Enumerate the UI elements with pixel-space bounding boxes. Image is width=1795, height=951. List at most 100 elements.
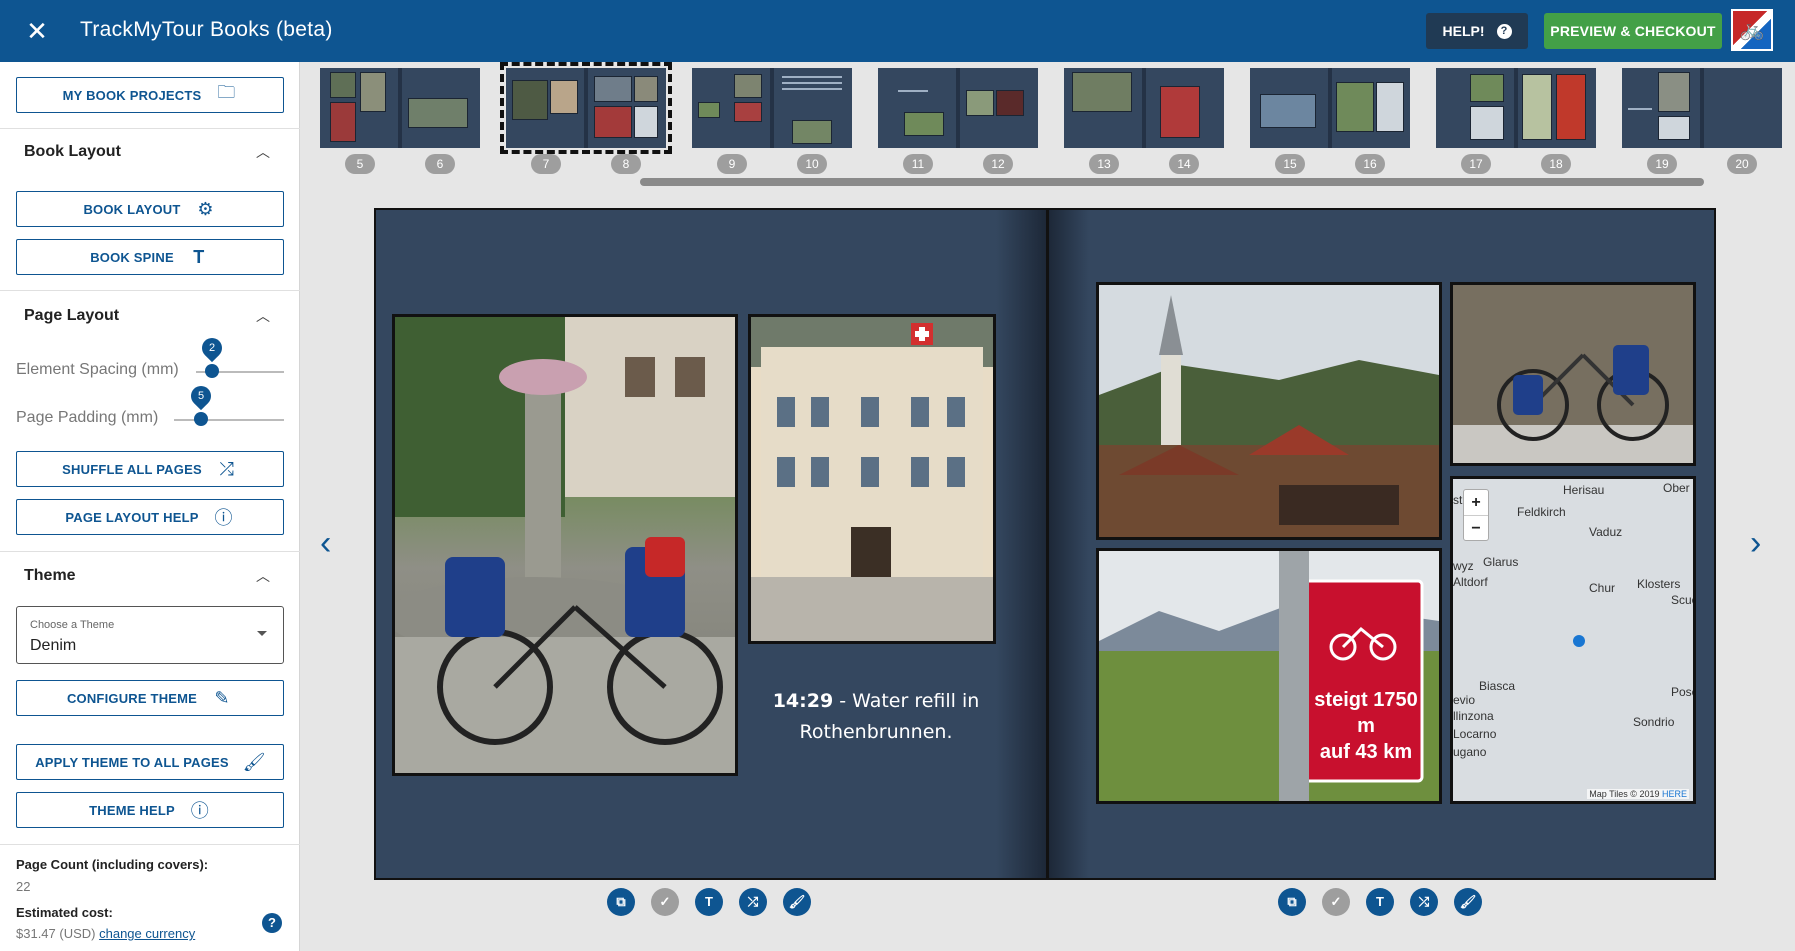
- thumb-gutter: [1142, 68, 1146, 148]
- cost-help-icon[interactable]: ?: [262, 913, 282, 933]
- spread-thumb-17-18[interactable]: [1436, 68, 1596, 148]
- map-label: Glarus: [1483, 555, 1519, 569]
- map-attribution-link[interactable]: HERE: [1662, 789, 1687, 799]
- photo-swiss-hotel[interactable]: [748, 314, 996, 644]
- configure-theme-button[interactable]: CONFIGURE THEME ✎: [16, 680, 284, 716]
- thumb-photo: [512, 80, 548, 120]
- thumb-text: [898, 90, 928, 92]
- page-layout-tool-icon[interactable]: ⧉: [1278, 888, 1306, 916]
- thumb-gutter: [1514, 68, 1518, 148]
- check-tool-icon[interactable]: ✓: [1322, 888, 1350, 916]
- thumb-photo: [408, 98, 468, 128]
- thumb-photo: [904, 112, 944, 136]
- spread-thumb-7-8[interactable]: [500, 62, 672, 154]
- page-count-value: 22: [16, 879, 31, 894]
- map-label: Klosters: [1637, 577, 1681, 591]
- page-layout-tool-icon[interactable]: ⧉: [607, 888, 635, 916]
- shuffle-tool-icon[interactable]: ⤮: [1410, 888, 1438, 916]
- map-label: Chur: [1589, 581, 1616, 595]
- map-label: st: [1453, 493, 1463, 507]
- theme-select[interactable]: Choose a Theme Denim: [16, 606, 284, 664]
- photo-church-village[interactable]: [1096, 282, 1442, 540]
- close-icon[interactable]: ✕: [22, 16, 52, 46]
- thumb-photo: [1470, 74, 1504, 102]
- thumb-photo: [1522, 74, 1552, 140]
- map-label: Feldkirch: [1517, 505, 1566, 519]
- map-label: evio: [1453, 693, 1476, 707]
- page-number: 5: [345, 154, 375, 174]
- bike-wall-illustration: [1453, 285, 1693, 463]
- thumbnail-scrollbar[interactable]: [640, 178, 1704, 186]
- my-book-projects-button[interactable]: MY BOOK PROJECTS 🗀: [16, 77, 284, 113]
- location-marker[interactable]: [1573, 635, 1585, 647]
- apply-theme-label: APPLY THEME TO ALL PAGES: [35, 754, 229, 770]
- preview-checkout-button[interactable]: PREVIEW & CHECKOUT: [1544, 13, 1722, 49]
- spread-thumb-19-20[interactable]: [1622, 68, 1782, 148]
- zoom-in-button[interactable]: +: [1464, 490, 1488, 516]
- element-spacing-thumb[interactable]: [205, 364, 219, 378]
- gutter-shadow: [996, 210, 1046, 878]
- page-layout-help-label: PAGE LAYOUT HELP: [65, 509, 199, 525]
- page-padding-track[interactable]: [174, 419, 284, 421]
- paint-roller-tool-icon[interactable]: 🖌: [783, 888, 811, 916]
- shuffle-all-pages-button[interactable]: SHUFFLE ALL PAGES ⤮: [16, 451, 284, 487]
- shuffle-tool-icon[interactable]: ⤮: [739, 888, 767, 916]
- app-title: TrackMyTour Books (beta): [80, 18, 333, 41]
- chevron-up-icon[interactable]: ︿: [256, 142, 270, 162]
- page-number: 14: [1169, 154, 1199, 174]
- chevron-up-icon[interactable]: ︿: [256, 306, 270, 326]
- sidebar: MY BOOK PROJECTS 🗀 Book Layout ︿ BOOK LA…: [0, 62, 300, 951]
- element-spacing-label: Element Spacing (mm): [16, 361, 179, 378]
- route-map[interactable]: + − Herisau Feldkirch Vaduz Glarus Altdo…: [1450, 476, 1696, 804]
- divider: [0, 551, 300, 552]
- thumb-photo: [594, 106, 632, 138]
- spread-thumb-5-6[interactable]: [320, 68, 480, 148]
- chevron-up-icon[interactable]: ︿: [256, 566, 270, 586]
- page-number: 15: [1275, 154, 1305, 174]
- thumb-photo: [792, 120, 832, 144]
- page-number: 17: [1461, 154, 1491, 174]
- map-attribution-text: Map Tiles © 2019: [1589, 789, 1660, 799]
- text-tool-icon[interactable]: T: [695, 888, 723, 916]
- spread-thumb-9-10[interactable]: [692, 68, 852, 148]
- theme-help-label: THEME HELP: [89, 802, 175, 818]
- previous-spread-icon[interactable]: ‹: [320, 526, 331, 560]
- caption-time: 14:29: [772, 690, 834, 712]
- page-thumbnail-strip: 5 6 7 8 9 10 11 12 13 14 15 16 17 18 19 …: [300, 62, 1795, 192]
- paint-roller-tool-icon[interactable]: 🖌: [1454, 888, 1482, 916]
- thumb-photo: [1658, 72, 1690, 112]
- help-button[interactable]: HELP! ?: [1426, 13, 1528, 49]
- photo-climb-sign[interactable]: steigt 1750 m auf 43 km: [1096, 548, 1442, 804]
- thumb-photo: [1376, 82, 1404, 132]
- photo-bike-wall[interactable]: [1450, 282, 1696, 466]
- photo-fountain-bicycle[interactable]: [392, 314, 738, 776]
- page-number: 13: [1089, 154, 1119, 174]
- text-t-icon: T: [193, 246, 205, 267]
- page-padding-thumb[interactable]: [194, 412, 208, 426]
- book-layout-button[interactable]: BOOK LAYOUT ⚙: [16, 191, 284, 227]
- page-number: 6: [425, 154, 455, 174]
- theme-help-button[interactable]: THEME HELP ⓘ: [16, 792, 284, 828]
- page-number: 20: [1727, 154, 1757, 174]
- change-currency-link[interactable]: change currency: [99, 926, 195, 941]
- spread-thumb-15-16[interactable]: [1250, 68, 1410, 148]
- zoom-out-button[interactable]: −: [1464, 516, 1488, 542]
- thumb-photo: [330, 72, 356, 98]
- user-avatar[interactable]: 🚲: [1731, 9, 1773, 51]
- text-tool-icon[interactable]: T: [1366, 888, 1394, 916]
- check-tool-icon[interactable]: ✓: [651, 888, 679, 916]
- next-spread-icon[interactable]: ›: [1750, 526, 1761, 560]
- divider: [0, 290, 300, 291]
- shuffle-icon: ⤮: [219, 458, 235, 479]
- map-label: Posc: [1671, 685, 1696, 699]
- book-spine-button[interactable]: BOOK SPINE T: [16, 239, 284, 275]
- page-number: 9: [717, 154, 747, 174]
- photo-caption[interactable]: 14:29 - Water refill in Rothenbrunnen.: [751, 686, 1001, 748]
- page-layout-help-button[interactable]: PAGE LAYOUT HELP ⓘ: [16, 499, 284, 535]
- apply-theme-all-button[interactable]: APPLY THEME TO ALL PAGES 🖌: [16, 744, 284, 780]
- spread-thumb-11-12[interactable]: [878, 68, 1038, 148]
- theme-section-title: Theme: [24, 567, 76, 584]
- spread-thumb-13-14[interactable]: [1064, 68, 1224, 148]
- map-label: ugano: [1453, 745, 1487, 759]
- map-attribution: Map Tiles © 2019 HERE: [1587, 789, 1689, 799]
